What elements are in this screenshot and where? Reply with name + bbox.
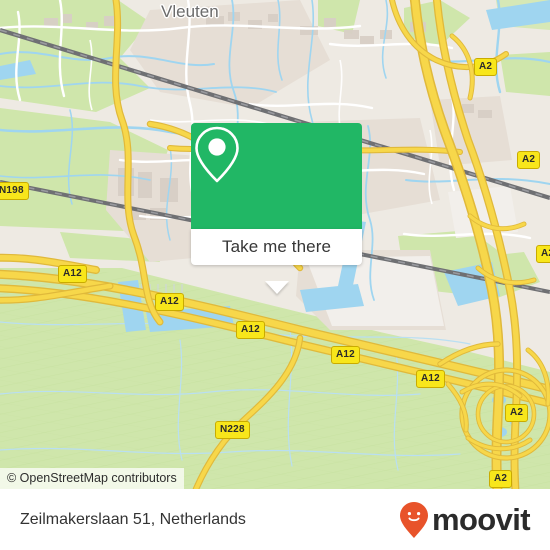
road-shield-a2[interactable]: A2 <box>474 58 498 76</box>
callout-action[interactable]: Take me there <box>191 229 362 265</box>
location-callout-card[interactable]: Take me there <box>191 123 362 294</box>
road-shield-n228[interactable]: N228 <box>215 421 250 439</box>
road-shield-a12[interactable]: A12 <box>416 370 445 388</box>
callout-tail <box>264 281 289 294</box>
road-shield-a12[interactable]: A12 <box>58 265 87 283</box>
road-shield-a2[interactable]: A2 <box>505 404 529 422</box>
road-shield-a12[interactable]: A12 <box>331 346 360 364</box>
address-label: Zeilmakerslaan 51, Netherlands <box>20 510 246 528</box>
moovit-wordmark: moovit <box>431 502 531 537</box>
road-shield-a12[interactable]: A12 <box>236 321 265 339</box>
callout-label: Take me there <box>221 237 332 256</box>
map-screenshot: Vleuten N198 A12 A12 A12 A12 A12 N228 A2… <box>0 0 550 550</box>
map-canvas[interactable]: Vleuten N198 A12 A12 A12 A12 A12 N228 A2… <box>0 0 550 489</box>
callout-icon-panel <box>191 123 362 229</box>
moovit-logo[interactable]: moovit <box>399 501 531 539</box>
road-shield-a12[interactable]: A12 <box>155 293 184 311</box>
road-shield-a2[interactable]: A2 <box>536 245 550 263</box>
road-shield-a2[interactable]: A2 <box>489 470 513 488</box>
road-shield-n198[interactable]: N198 <box>0 182 29 200</box>
place-label-vleuten: Vleuten <box>161 2 219 21</box>
footer-bar: Zeilmakerslaan 51, Netherlands moovit <box>0 489 550 550</box>
road-shield-a2[interactable]: A2 <box>517 151 541 169</box>
map-attribution[interactable]: © OpenStreetMap contributors <box>0 468 184 489</box>
map-pin-icon <box>195 126 239 183</box>
moovit-smiley-pin-icon <box>399 501 428 538</box>
